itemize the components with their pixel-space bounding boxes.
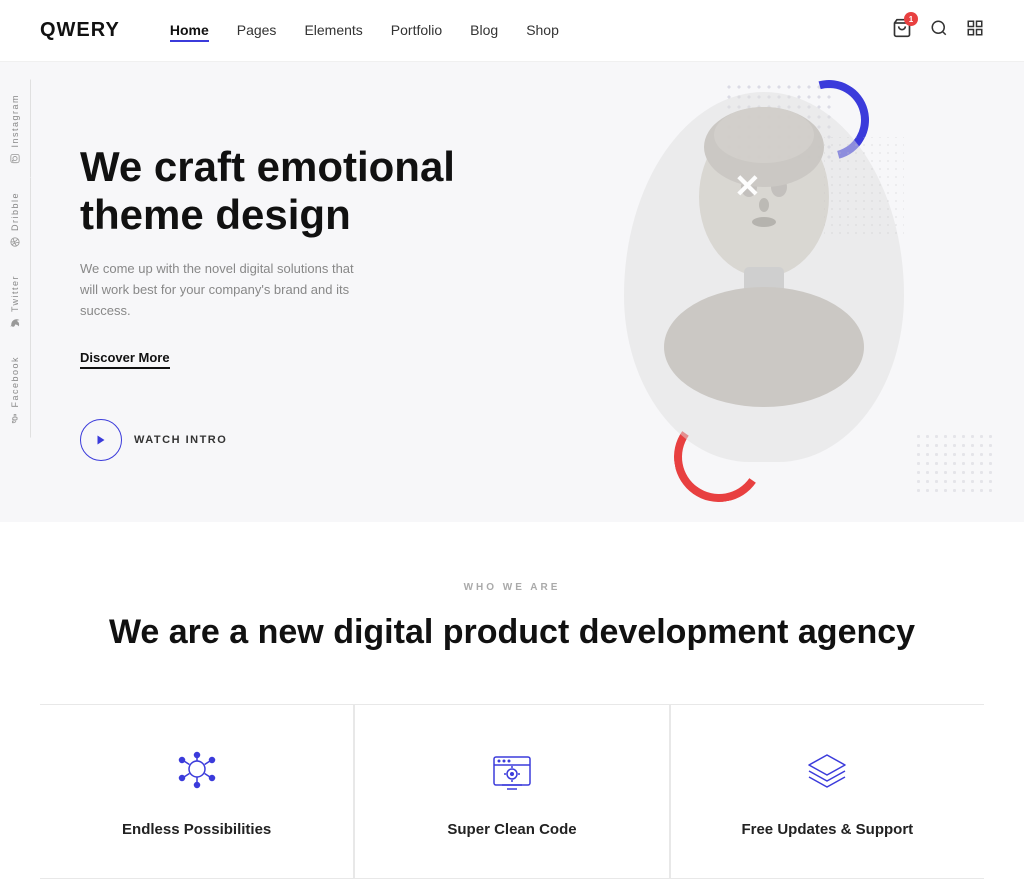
hero-subtitle: We come up with the novel digital soluti… — [80, 259, 370, 321]
hero-title: We craft emotional theme design — [80, 143, 500, 240]
grid-icon-wrap[interactable] — [966, 19, 984, 42]
nav-item-pages[interactable]: Pages — [237, 22, 277, 40]
hero-image-area: ✕ — [474, 62, 1024, 522]
nav-item-shop[interactable]: Shop — [526, 22, 559, 40]
who-section: WHO WE ARE We are a new digital product … — [0, 522, 1024, 879]
feature-updates: Free Updates & Support — [670, 705, 984, 879]
facebook-icon — [10, 413, 20, 423]
watch-label: WATCH INTRO — [134, 434, 227, 446]
social-sidebar: Instagram Dribble Twitter Facebook — [0, 80, 31, 437]
who-label: WHO WE ARE — [40, 582, 984, 593]
nav-item-blog[interactable]: Blog — [470, 22, 498, 40]
social-facebook[interactable]: Facebook — [0, 342, 31, 438]
feature-code: Super Clean Code — [354, 705, 669, 879]
statue-svg: ✕ — [614, 87, 914, 487]
nav-item-portfolio[interactable]: Portfolio — [391, 22, 442, 40]
grid-icon — [966, 19, 984, 37]
nav-item-home[interactable]: Home — [170, 22, 209, 40]
nav-links: Home Pages Elements Portfolio Blog Shop — [170, 22, 892, 40]
play-button-circle[interactable] — [80, 419, 122, 461]
feature-title-updates: Free Updates & Support — [741, 821, 913, 838]
who-title: We are a new digital product development… — [40, 611, 984, 654]
search-icon-wrap[interactable] — [930, 19, 948, 42]
svg-text:✕: ✕ — [734, 168, 761, 204]
logo[interactable]: QWERY — [40, 19, 120, 42]
hero-content: We craft emotional theme design We come … — [80, 143, 500, 462]
nav-item-elements[interactable]: Elements — [304, 22, 362, 40]
possibilities-icon — [169, 745, 225, 801]
hero-section: We craft emotional theme design We come … — [0, 62, 1024, 522]
search-icon — [930, 19, 948, 37]
play-icon — [95, 434, 107, 446]
cart-icon-wrap[interactable]: 1 — [892, 18, 912, 43]
layers-icon — [799, 745, 855, 801]
instagram-icon — [10, 154, 20, 164]
feature-possibilities: Endless Possibilities — [40, 705, 354, 879]
dribble-icon — [10, 237, 20, 247]
code-icon — [484, 745, 540, 801]
discover-more-link[interactable]: Discover More — [80, 350, 170, 369]
twitter-icon — [10, 318, 20, 328]
cart-badge: 1 — [904, 12, 918, 26]
navigation: QWERY Home Pages Elements Portfolio Blog… — [0, 0, 1024, 62]
nav-icons: 1 — [892, 18, 984, 43]
social-instagram[interactable]: Instagram — [0, 80, 31, 178]
social-dribble[interactable]: Dribble — [0, 178, 31, 261]
social-twitter[interactable]: Twitter — [0, 261, 31, 342]
watch-intro-button[interactable]: WATCH INTRO — [80, 419, 500, 461]
feature-title-code: Super Clean Code — [447, 821, 576, 838]
features-row: Endless Possibilities — [40, 704, 984, 879]
statue-image: ✕ — [594, 72, 934, 502]
feature-title-possibilities: Endless Possibilities — [122, 821, 271, 838]
